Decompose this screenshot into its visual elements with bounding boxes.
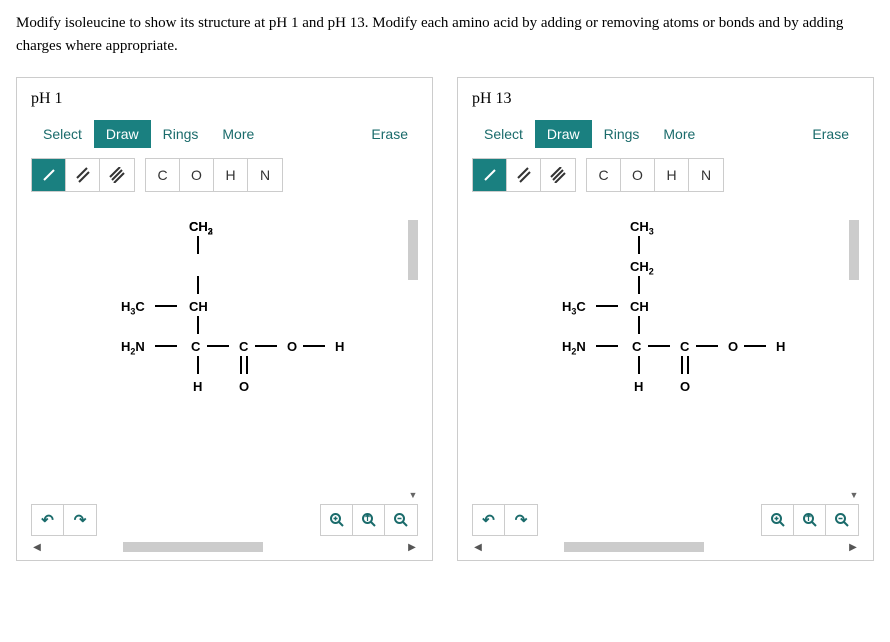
tab-draw[interactable]: Draw (94, 120, 151, 148)
tab-rings[interactable]: Rings (151, 120, 211, 148)
erase-button[interactable]: Erase (361, 120, 418, 148)
triple-bond-button[interactable] (100, 159, 134, 191)
redo-button[interactable]: ↷ (64, 505, 96, 535)
panel-title: pH 13 (472, 90, 859, 108)
tab-select[interactable]: Select (31, 120, 94, 148)
drawing-canvas[interactable]: CH3 CH2 H3C CH H2N C C O H H O (472, 200, 859, 500)
double-bond-button[interactable] (507, 159, 541, 191)
triple-bond-button[interactable] (541, 159, 575, 191)
zoom-reset-button[interactable] (794, 505, 826, 535)
zoom-in-button[interactable] (762, 505, 794, 535)
drawing-canvas[interactable]: CH3 CH2 H3C CH H2N C C O H (31, 200, 418, 500)
toolbar-tools: C O H N (472, 158, 859, 192)
atom-h-button[interactable]: H (655, 159, 689, 191)
horizontal-scrollbar[interactable]: ◀ ▶ (31, 540, 418, 554)
redo-button[interactable]: ↷ (505, 505, 537, 535)
question-text: Modify isoleucine to show its structure … (16, 12, 874, 57)
vertical-scrollbar[interactable]: ▼ (847, 200, 859, 500)
zoom-in-button[interactable] (321, 505, 353, 535)
tab-more[interactable]: More (210, 120, 266, 148)
atom-n-button[interactable]: N (689, 159, 723, 191)
tab-rings[interactable]: Rings (592, 120, 652, 148)
double-bond-button[interactable] (66, 159, 100, 191)
zoom-out-button[interactable] (385, 505, 417, 535)
atom-o-button[interactable]: O (180, 159, 214, 191)
bottom-toolbar: ↶ ↷ (31, 504, 418, 536)
toolbar-tabs: Select Draw Rings More Erase (472, 120, 859, 148)
panels-container: pH 1 Select Draw Rings More Erase (16, 77, 874, 561)
panel-ph13: pH 13 Select Draw Rings More Erase (457, 77, 874, 561)
single-bond-button[interactable] (473, 159, 507, 191)
atom-n-button[interactable]: N (248, 159, 282, 191)
horizontal-scrollbar[interactable]: ◀ ▶ (472, 540, 859, 554)
undo-button[interactable]: ↶ (473, 505, 505, 535)
vertical-scrollbar[interactable]: ▼ (406, 200, 418, 500)
atom-h-button[interactable]: H (214, 159, 248, 191)
atom-c-button[interactable]: C (587, 159, 621, 191)
toolbar-tabs: Select Draw Rings More Erase (31, 120, 418, 148)
panel-ph1: pH 1 Select Draw Rings More Erase (16, 77, 433, 561)
undo-button[interactable]: ↶ (32, 505, 64, 535)
toolbar-tools: C O H N (31, 158, 418, 192)
tab-select[interactable]: Select (472, 120, 535, 148)
single-bond-button[interactable] (32, 159, 66, 191)
bottom-toolbar: ↶ ↷ (472, 504, 859, 536)
panel-title: pH 1 (31, 90, 418, 108)
atom-c-button[interactable]: C (146, 159, 180, 191)
tab-draw[interactable]: Draw (535, 120, 592, 148)
tab-more[interactable]: More (651, 120, 707, 148)
zoom-out-button[interactable] (826, 505, 858, 535)
atom-o-button[interactable]: O (621, 159, 655, 191)
erase-button[interactable]: Erase (802, 120, 859, 148)
zoom-reset-button[interactable] (353, 505, 385, 535)
